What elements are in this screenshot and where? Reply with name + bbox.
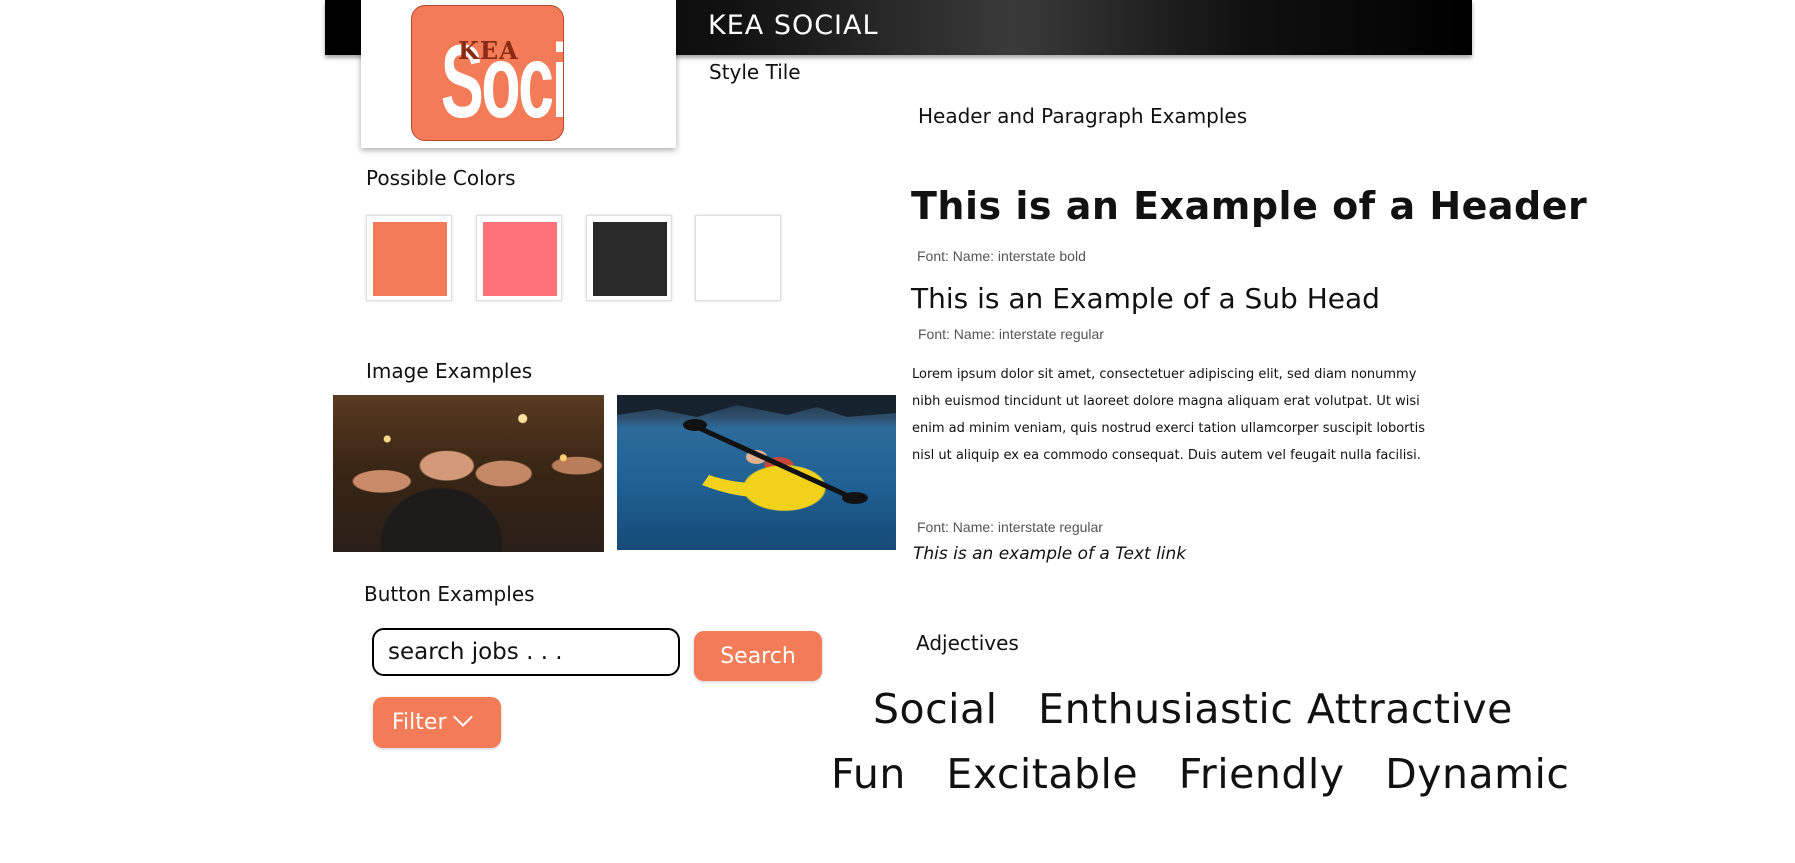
swatch-fill-orange (373, 222, 447, 296)
chevron-down-icon (453, 707, 474, 727)
colors-section-title: Possible Colors (366, 166, 516, 190)
search-button[interactable]: Search (694, 631, 822, 681)
header-font-note: Font: Name: interstate bold (917, 248, 1086, 264)
adjective: Fun (831, 750, 906, 798)
adjective: Social (873, 685, 998, 733)
kayak-illustration (617, 395, 896, 504)
adjectives-row-2: Fun Excitable Friendly Dynamic (831, 750, 1569, 798)
logo: Social KEA (411, 5, 564, 141)
swatch-fill-pink (483, 222, 557, 296)
adjective: Attractive (1306, 685, 1513, 733)
friends-photo (333, 395, 604, 552)
swatch-fill-dark (593, 222, 667, 296)
filter-button-label: Filter (392, 710, 447, 735)
filter-button[interactable]: Filter (373, 697, 501, 748)
adjective: Excitable (946, 750, 1139, 798)
paragraph-example: Lorem ipsum dolor sit amet, consectetuer… (912, 367, 1426, 463)
page-subtitle: Style Tile (709, 60, 801, 84)
site-title: KEA SOCIAL (708, 10, 879, 41)
text-link-example[interactable]: This is an example of a Text link (913, 544, 1186, 564)
logo-card: Social KEA (361, 0, 676, 148)
adjectives-section-title: Adjectives (916, 631, 1019, 655)
adjective: Dynamic (1385, 750, 1570, 798)
subhead-font-note: Font: Name: interstate regular (918, 326, 1104, 342)
adjective: Enthusiastic (1038, 685, 1294, 733)
color-swatch (366, 215, 452, 301)
color-swatch (586, 215, 672, 301)
subhead-example: This is an Example of a Sub Head (911, 282, 1380, 315)
adjectives-row-1: Social Enthusiastic Attractive (873, 685, 1513, 733)
typography-section-title: Header and Paragraph Examples (918, 104, 1248, 128)
images-section-title: Image Examples (366, 359, 533, 383)
adjective: Friendly (1178, 750, 1345, 798)
header-example: This is an Example of a Header (911, 184, 1588, 228)
buttons-section-title: Button Examples (364, 582, 535, 606)
color-swatch (695, 215, 781, 301)
color-swatch (476, 215, 562, 301)
paragraph-font-note: Font: Name: interstate regular (917, 519, 1103, 535)
search-input[interactable] (372, 628, 680, 676)
logo-text-kea: KEA (458, 36, 519, 65)
kayak-photo (617, 395, 896, 550)
swatch-fill-white (702, 222, 776, 296)
